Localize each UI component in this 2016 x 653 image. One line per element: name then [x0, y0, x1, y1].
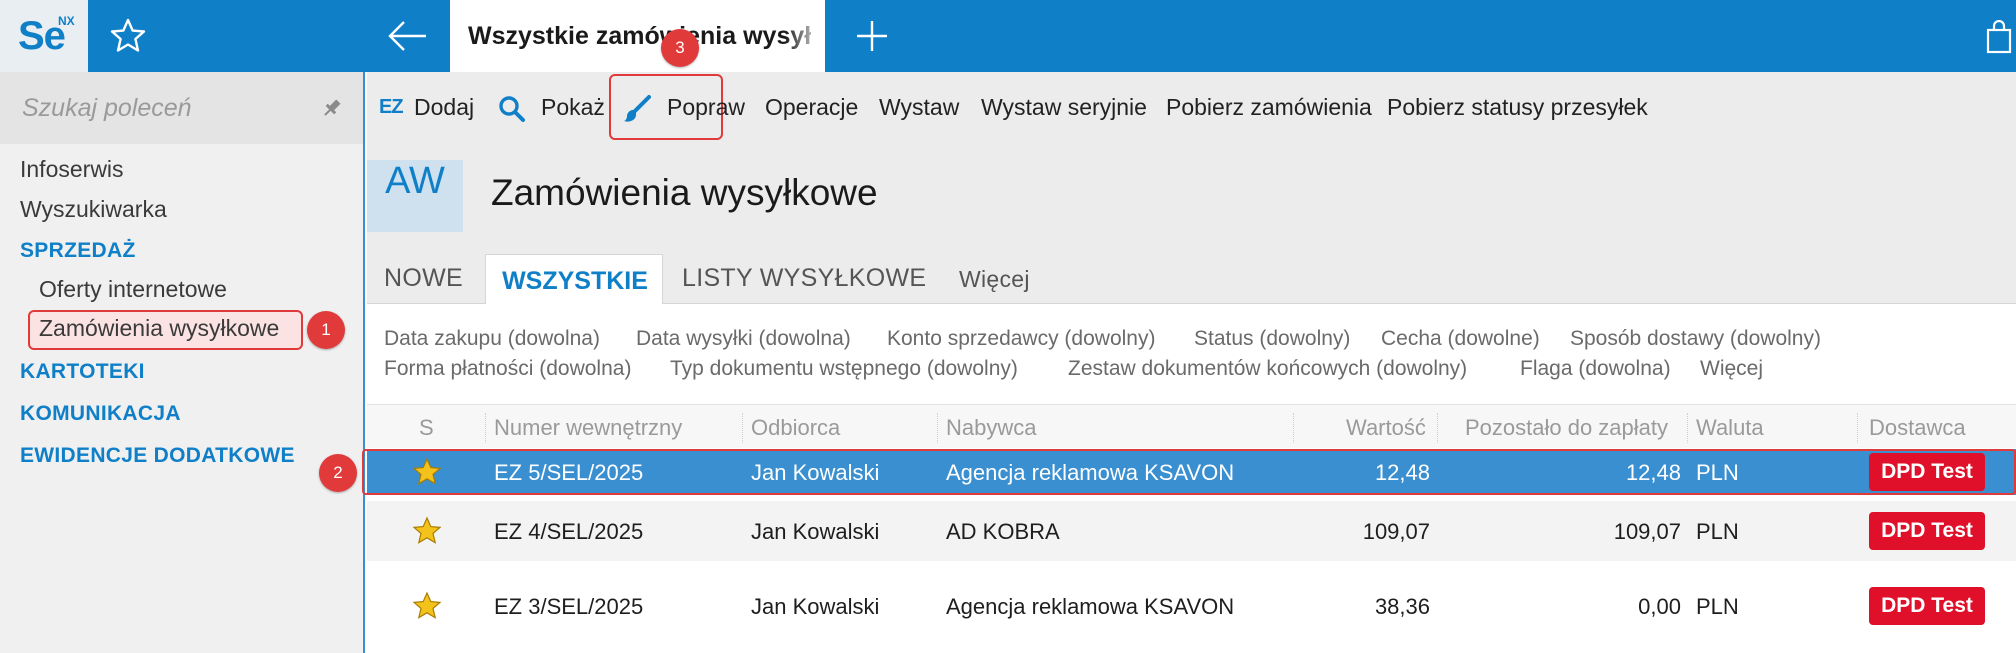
column-header-number[interactable]: Numer wewnętrzny: [494, 415, 682, 441]
sidebar-item-infoserwis[interactable]: Infoserwis: [20, 156, 124, 183]
tab-more[interactable]: Więcej: [959, 266, 1030, 293]
selected-row-highlight: [362, 449, 2016, 495]
edit-button[interactable]: Popraw: [667, 94, 745, 121]
column-header-buyer[interactable]: Nabywca: [946, 415, 1036, 441]
column-separator: [1857, 413, 1858, 443]
filter-flag[interactable]: Flaga (dowolna): [1520, 357, 1671, 381]
cell-remaining: 109,07: [1613, 519, 1681, 544]
cell-recipient: Jan Kowalski: [751, 594, 880, 619]
tab-all[interactable]: WSZYSTKIE: [485, 254, 663, 305]
tab-label: Wszystkie zamówienia wysyłkowe: [468, 22, 813, 50]
column-header-remaining[interactable]: Pozostało do zapłaty: [1465, 415, 1668, 441]
cell-currency: PLN: [1696, 519, 1739, 544]
cell-number: EZ 4/SEL/2025: [494, 519, 644, 544]
ez-document-icon: EZ: [379, 96, 404, 118]
star-flag-icon[interactable]: [412, 516, 442, 546]
module-code: AW: [385, 160, 445, 202]
filter-bar: Data zakupu (dowolna) Data wysyłki (dowo…: [367, 304, 2016, 404]
shopping-bag-icon[interactable]: [1986, 19, 2012, 54]
cell-buyer: Agencja reklamowa KSAVON: [946, 594, 1235, 619]
filter-purchase-date[interactable]: Data zakupu (dowolna): [384, 327, 600, 351]
cell-recipient: Jan Kowalski: [751, 519, 880, 544]
back-arrow-icon[interactable]: [384, 16, 432, 56]
filter-status[interactable]: Status (dowolny): [1194, 327, 1350, 351]
step-marker-3: 3: [661, 29, 699, 67]
table-row[interactable]: EZ 3/SEL/2025 Jan Kowalski Agencja rekla…: [367, 576, 2016, 636]
sidebar-item-oferty-internetowe[interactable]: Oferty internetowe: [39, 276, 227, 303]
cell-remaining: 0,00: [1638, 594, 1681, 619]
column-separator: [742, 413, 743, 443]
issue-button[interactable]: Wystaw: [879, 94, 959, 121]
filter-delivery-method[interactable]: Sposób dostawy (dowolny): [1570, 327, 1821, 351]
tab-fade: [785, 0, 825, 72]
pin-icon[interactable]: [320, 96, 344, 120]
sidebar-item-wyszukiwarka[interactable]: Wyszukiwarka: [20, 196, 167, 223]
column-header-recipient[interactable]: Odbiorca: [751, 415, 840, 441]
sidebar: Infoserwis Wyszukiwarka SPRZEDAŻ Oferty …: [0, 72, 365, 653]
command-search-bar: [0, 72, 363, 144]
fetch-statuses-button[interactable]: Pobierz statusy przesyłek: [1387, 94, 1648, 121]
tab-shipping-lists[interactable]: LISTY WYSYŁKOWE: [682, 264, 926, 293]
page-title: Zamówienia wysyłkowe: [491, 172, 878, 213]
filter-shipping-date[interactable]: Data wysyłki (dowolna): [636, 327, 851, 351]
action-toolbar: EZ Dodaj Pokaż Popraw Operacje Wystaw Wy…: [367, 72, 2016, 144]
app-logo[interactable]: Se NX: [0, 0, 88, 72]
column-header-status[interactable]: S: [419, 415, 434, 441]
sidebar-section-ewidencje-dodatkowe[interactable]: EWIDENCJE DODATKOWE: [20, 444, 295, 468]
column-separator: [1293, 413, 1294, 443]
filter-payment-form[interactable]: Forma płatności (dowolna): [384, 357, 631, 381]
column-header-currency[interactable]: Waluta: [1696, 415, 1764, 441]
add-button[interactable]: Dodaj: [414, 94, 474, 121]
add-tab-plus-icon[interactable]: [852, 16, 892, 56]
sidebar-section-kartoteki[interactable]: KARTOTEKI: [20, 360, 145, 384]
carrier-badge: DPD Test: [1869, 512, 1985, 550]
step-marker-1: 1: [307, 311, 345, 349]
top-bar: Se NX Wszystkie zamówienia wysyłkowe: [0, 0, 2016, 72]
logo-superscript: NX: [58, 14, 75, 28]
issue-batch-button[interactable]: Wystaw seryjnie: [981, 94, 1147, 121]
tab-all-label: WSZYSTKIE: [502, 267, 648, 295]
filter-final-docs-set[interactable]: Zestaw dokumentów końcowych (dowolny): [1068, 357, 1467, 381]
brush-icon: [622, 94, 652, 124]
filter-seller-account[interactable]: Konto sprzedawcy (dowolny): [887, 327, 1155, 351]
show-button[interactable]: Pokaż: [541, 94, 605, 121]
operations-button[interactable]: Operacje: [765, 94, 858, 121]
step-marker-2: 2: [319, 454, 357, 492]
cell-value: 38,36: [1374, 594, 1430, 619]
table-row[interactable]: EZ 4/SEL/2025 Jan Kowalski AD KOBRA 109,…: [367, 501, 2016, 561]
filter-more[interactable]: Więcej: [1700, 357, 1763, 381]
cell-value: 109,07: [1362, 519, 1430, 544]
favorites-star-icon[interactable]: [108, 16, 148, 56]
sidebar-section-sprzedaz[interactable]: SPRZEDAŻ: [20, 239, 136, 263]
column-separator: [1687, 413, 1688, 443]
search-icon: [497, 94, 527, 124]
tab-new[interactable]: NOWE: [384, 264, 463, 293]
page-header: AW Zamówienia wysyłkowe: [367, 144, 2016, 244]
view-tabs: NOWE WSZYSTKIE LISTY WYSYŁKOWE Więcej: [367, 244, 2016, 305]
star-flag-icon[interactable]: [412, 591, 442, 621]
cell-currency: PLN: [1696, 594, 1739, 619]
table-header: S Numer wewnętrzny Odbiorca Nabywca Wart…: [367, 404, 2016, 448]
column-header-value[interactable]: Wartość: [1346, 415, 1426, 441]
sidebar-section-komunikacja[interactable]: KOMUNIKACJA: [20, 402, 181, 426]
cell-buyer: AD KOBRA: [946, 519, 1060, 544]
fetch-orders-button[interactable]: Pobierz zamówienia: [1166, 94, 1372, 121]
column-separator: [485, 413, 486, 443]
tab-all-orders[interactable]: Wszystkie zamówienia wysyłkowe: [450, 0, 825, 72]
sidebar-item-zamowienia-wysylkowe[interactable]: Zamówienia wysyłkowe: [39, 315, 279, 342]
filter-feature[interactable]: Cecha (dowolne): [1381, 327, 1540, 351]
column-separator: [937, 413, 938, 443]
command-search-input[interactable]: [22, 92, 312, 124]
carrier-badge: DPD Test: [1869, 587, 1985, 625]
column-separator: [1437, 413, 1438, 443]
cell-number: EZ 3/SEL/2025: [494, 594, 644, 619]
column-header-carrier[interactable]: Dostawca: [1869, 415, 1966, 441]
filter-initial-doc-type[interactable]: Typ dokumentu wstępnego (dowolny): [670, 357, 1018, 381]
